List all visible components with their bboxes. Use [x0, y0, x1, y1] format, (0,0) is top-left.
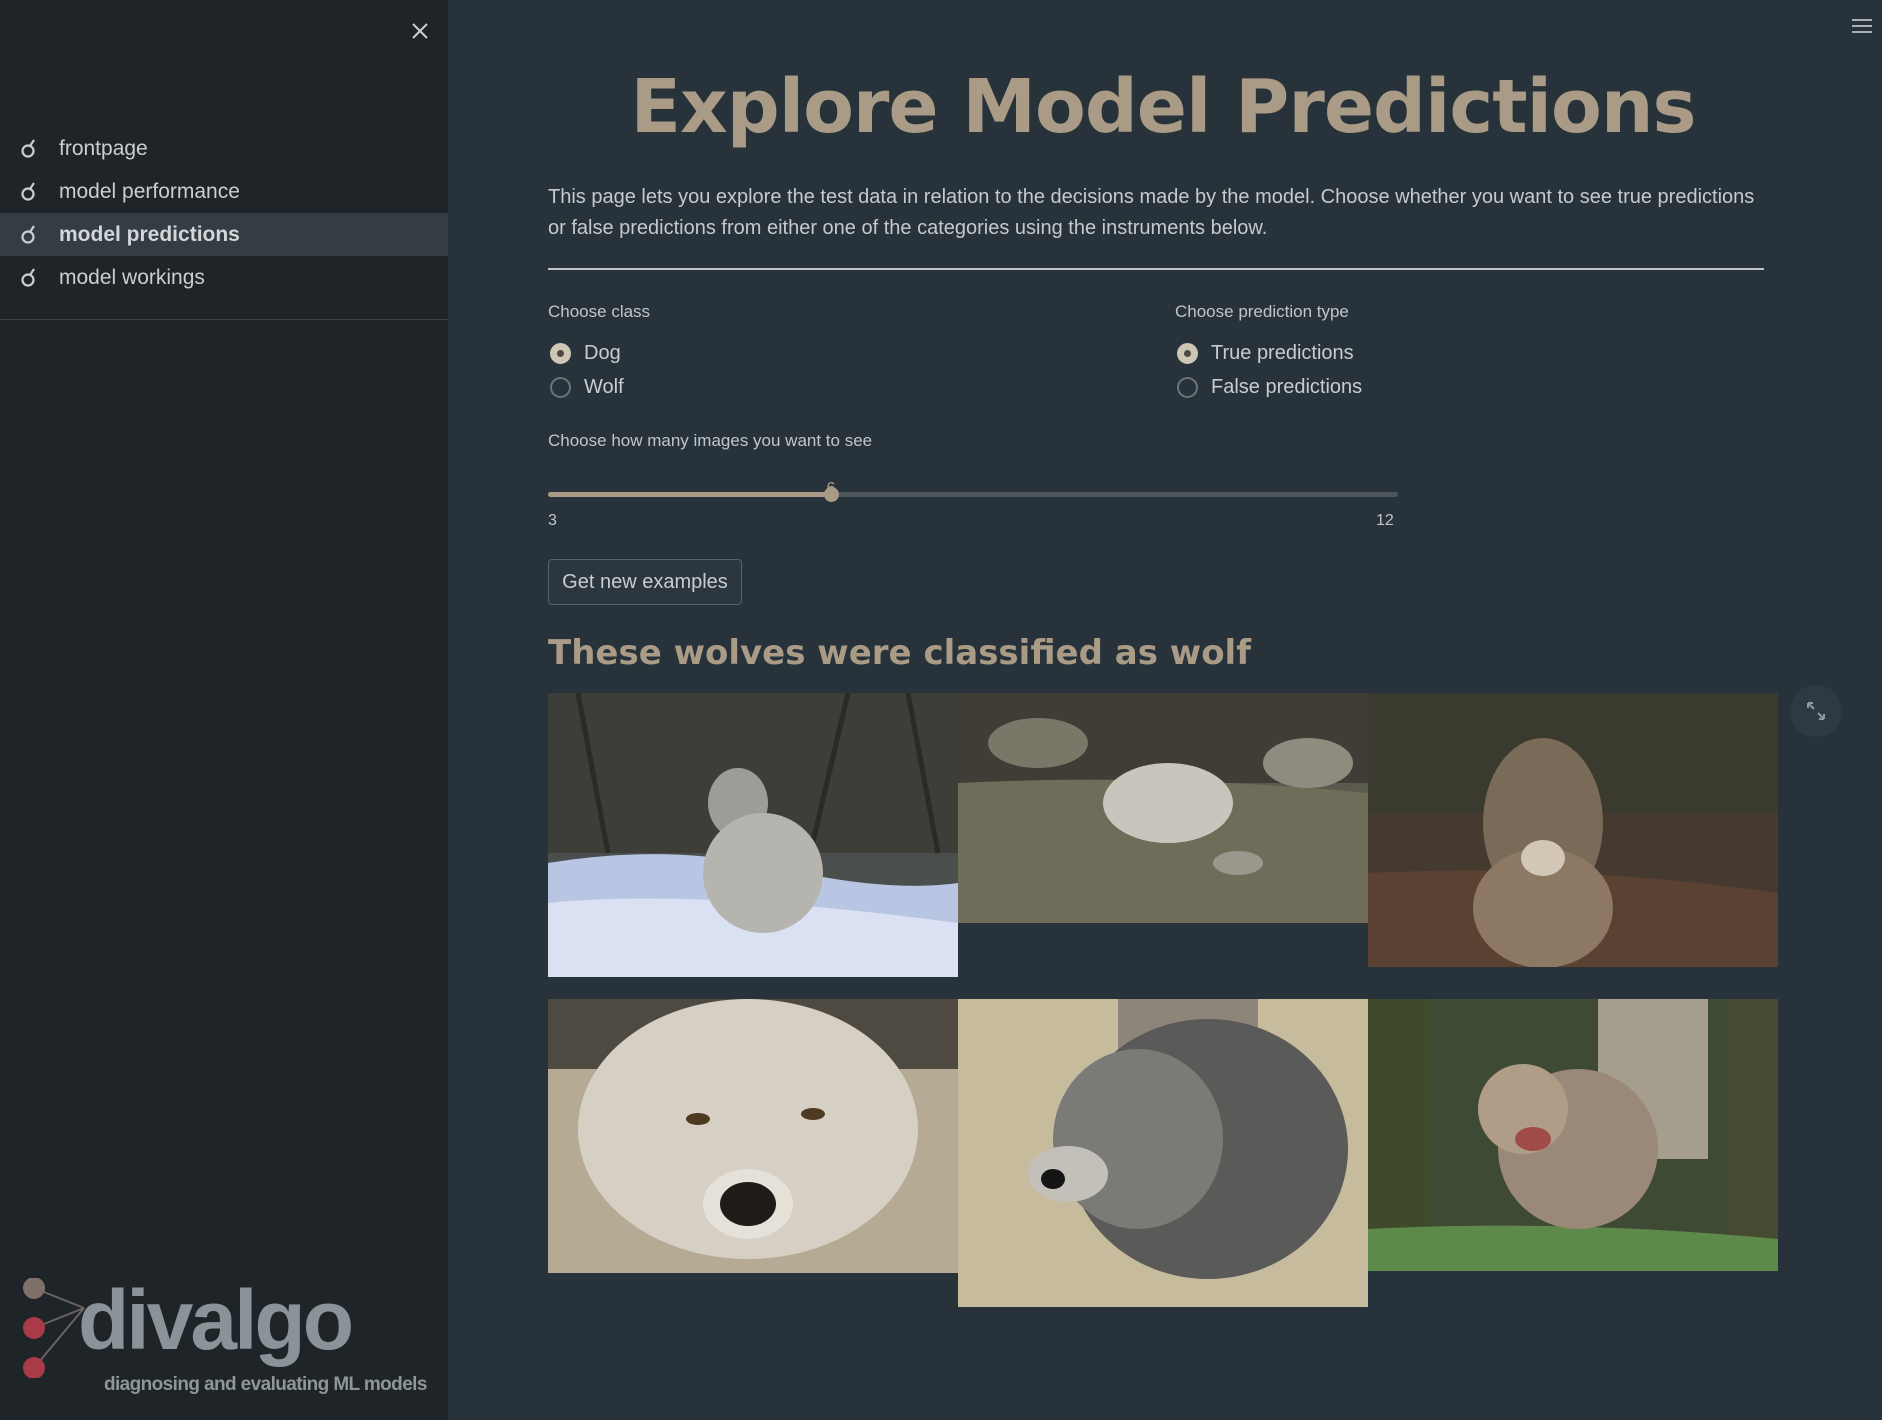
wolf-image-3 — [1368, 693, 1778, 967]
logo-subtitle: diagnosing and evaluating ML models — [104, 1374, 427, 1395]
slider-thumb[interactable] — [824, 487, 839, 502]
sidebar-item-model-predictions[interactable]: model predictions — [0, 213, 448, 256]
radio-indicator — [1177, 343, 1198, 364]
radio-true-predictions[interactable]: True predictions — [1177, 342, 1354, 365]
results-heading: These wolves were classified as wolf — [548, 633, 1251, 673]
radio-label: False predictions — [1211, 376, 1363, 398]
hamburger-icon — [1852, 19, 1872, 33]
close-icon — [412, 23, 428, 39]
slider-label: Choose how many images you want to see — [548, 431, 873, 450]
prediction-type-label: Choose prediction type — [1175, 302, 1349, 321]
radio-indicator — [550, 343, 571, 364]
image-grid — [548, 693, 1778, 1313]
sidebar-nav: frontpage model performance model predic… — [0, 127, 448, 299]
sidebar-item-model-performance[interactable]: model performance — [0, 170, 448, 213]
circle-arrow-icon — [20, 224, 40, 246]
page-title: Explore Model Predictions — [630, 64, 1696, 150]
wolf-image-2 — [958, 693, 1368, 923]
main-menu-button[interactable] — [1848, 14, 1876, 38]
close-sidebar-button[interactable] — [405, 16, 435, 46]
circle-arrow-icon — [20, 267, 40, 289]
class-label: Choose class — [548, 302, 651, 321]
radio-label: Dog — [584, 342, 621, 364]
slider-min: 3 — [548, 512, 557, 529]
sidebar-item-model-workings[interactable]: model workings — [0, 256, 448, 299]
slider-max: 12 — [1376, 512, 1394, 529]
radio-indicator — [550, 377, 571, 398]
sidebar-item-label: model performance — [59, 179, 240, 203]
expand-icon — [1807, 702, 1825, 720]
radio-label: Wolf — [584, 376, 624, 398]
get-new-examples-button[interactable]: Get new examples — [548, 559, 742, 605]
logo-text: divalgo — [78, 1273, 354, 1367]
radio-false-predictions[interactable]: False predictions — [1177, 376, 1362, 399]
divalgo-logo: divalgo diagnosing and evaluating ML mod… — [14, 1278, 434, 1398]
sidebar-item-label: model predictions — [59, 222, 240, 246]
radio-label: True predictions — [1211, 342, 1354, 364]
circle-arrow-icon — [20, 181, 40, 203]
sidebar-item-label: model workings — [59, 265, 205, 289]
wolf-image-4 — [548, 999, 958, 1273]
wolf-image-5 — [958, 999, 1368, 1307]
image-count-slider[interactable]: 6 — [548, 480, 1398, 510]
slider-fill — [548, 492, 831, 497]
circle-arrow-icon — [20, 138, 40, 160]
nav-divider — [0, 319, 448, 320]
sidebar: frontpage model performance model predic… — [0, 0, 448, 1420]
sidebar-item-frontpage[interactable]: frontpage — [0, 127, 448, 170]
wolf-image-1 — [548, 693, 958, 977]
divider — [548, 268, 1764, 270]
radio-dog[interactable]: Dog — [550, 342, 621, 365]
sidebar-item-label: frontpage — [59, 136, 148, 160]
radio-wolf[interactable]: Wolf — [550, 376, 624, 399]
intro-text: This page lets you explore the test data… — [548, 186, 1755, 239]
radio-indicator — [1177, 377, 1198, 398]
wolf-image-6 — [1368, 999, 1778, 1271]
fullscreen-button[interactable] — [1790, 685, 1842, 737]
